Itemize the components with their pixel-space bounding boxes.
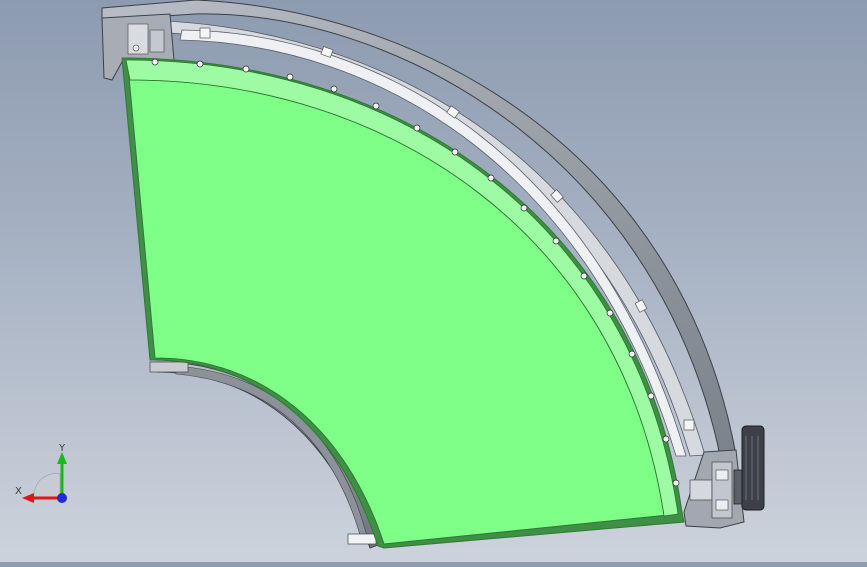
curved-belt-surface — [121, 57, 685, 549]
triad-plane — [33, 473, 61, 499]
coordinate-triad: X Y — [14, 440, 74, 510]
z-axis-dot — [57, 493, 67, 503]
x-axis-arrowhead — [22, 493, 34, 503]
x-axis-label: X — [15, 486, 22, 497]
y-axis-label: Y — [59, 443, 66, 454]
cad-viewport[interactable]: X Y — [0, 0, 867, 562]
cad-model-drawing — [101, 0, 765, 549]
